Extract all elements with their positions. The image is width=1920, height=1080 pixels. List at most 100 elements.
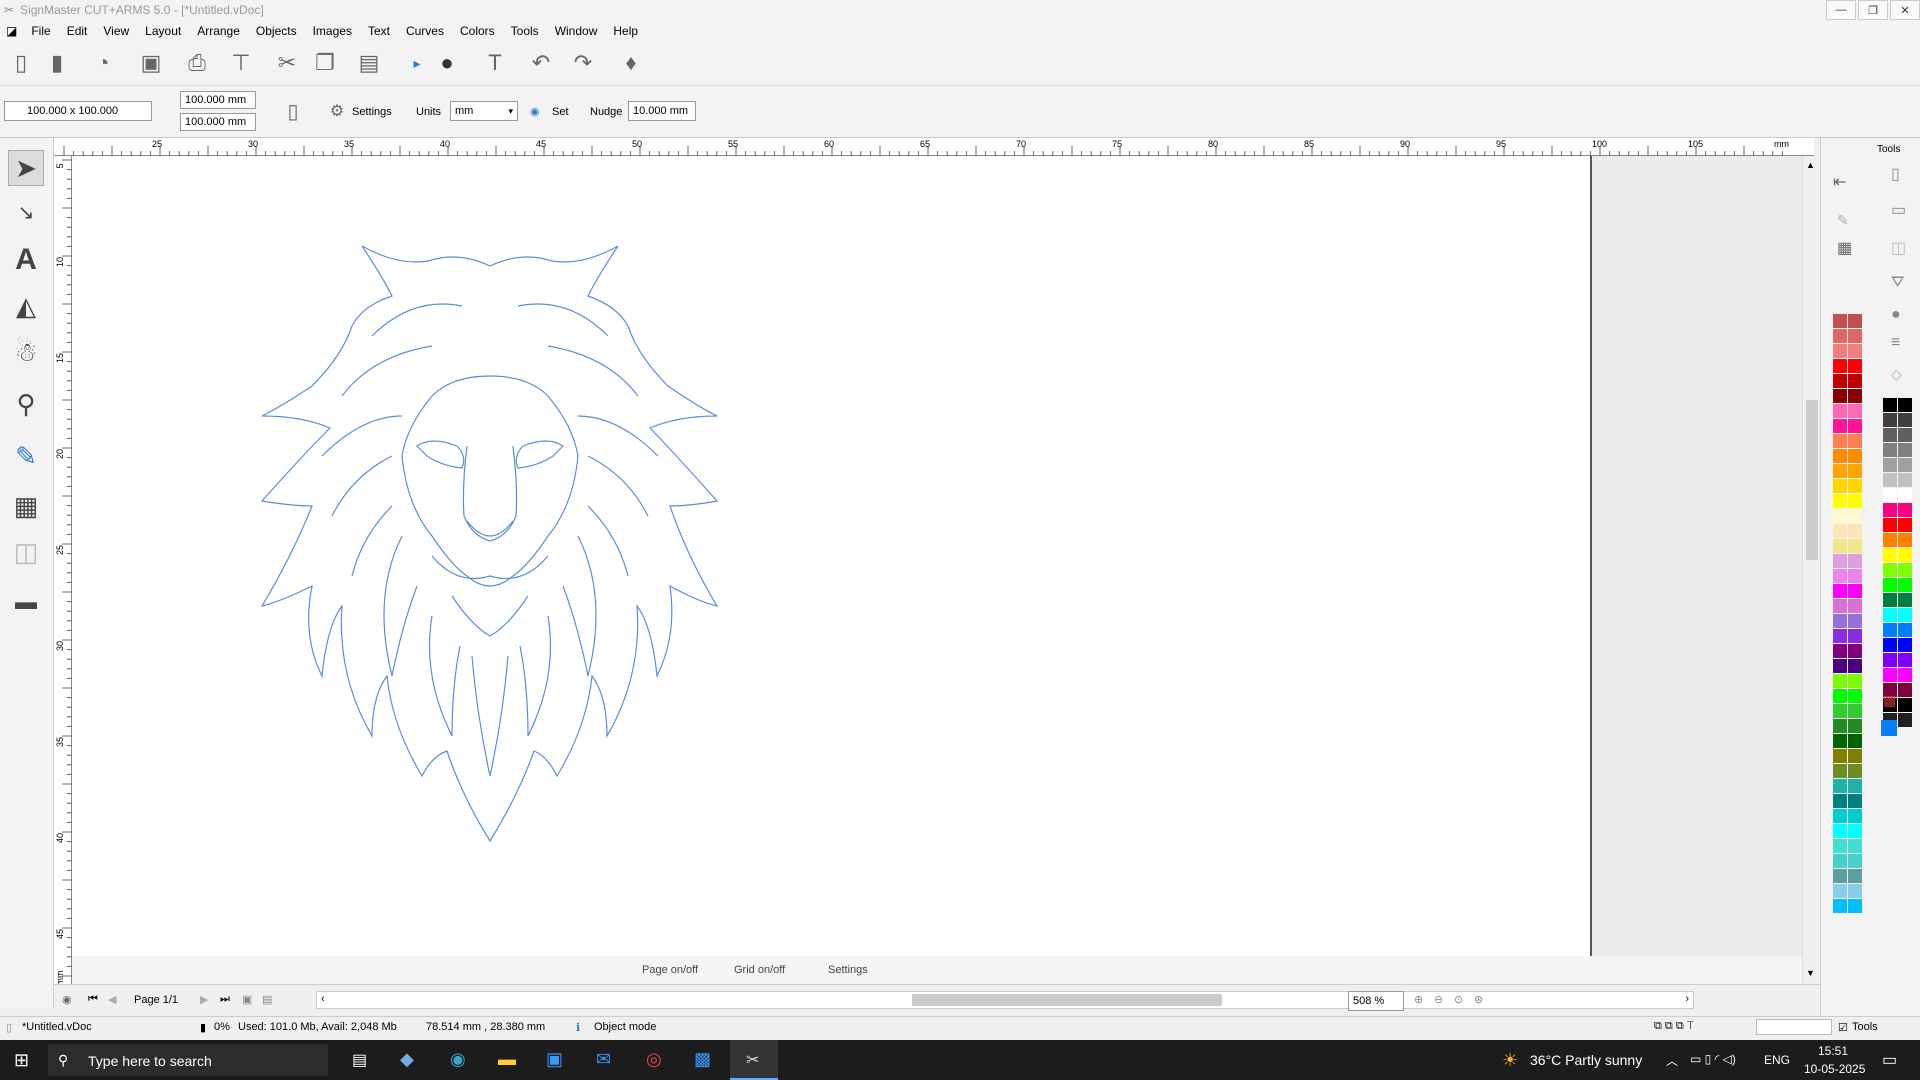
- palette-swatch[interactable]: [1848, 869, 1862, 883]
- palette-swatch[interactable]: [1848, 404, 1862, 418]
- menu-layout[interactable]: Layout: [137, 24, 189, 38]
- palette-swatch[interactable]: [1848, 539, 1862, 553]
- palette-swatch[interactable]: [1833, 569, 1847, 583]
- units-select[interactable]: mm ▾: [450, 101, 518, 121]
- palette-swatch[interactable]: [1883, 458, 1897, 472]
- grid-tool-icon[interactable]: ▦: [1837, 238, 1852, 258]
- side-tool-2-icon[interactable]: ▭: [1891, 200, 1906, 220]
- palette-swatch[interactable]: [1833, 809, 1847, 823]
- palette-swatch[interactable]: [1848, 599, 1862, 613]
- palette-swatch[interactable]: [1883, 608, 1897, 622]
- palette-swatch[interactable]: [1883, 533, 1897, 547]
- palette-swatch[interactable]: [1898, 443, 1912, 457]
- palette-swatch[interactable]: [1883, 473, 1897, 487]
- maximize-button[interactable]: ❐: [1858, 0, 1888, 20]
- page-orientation-icon[interactable]: ▯: [278, 96, 308, 126]
- select-arrow-icon[interactable]: ➤: [8, 150, 44, 186]
- cut-icon[interactable]: ✂: [272, 48, 302, 78]
- menu-text[interactable]: Text: [360, 24, 398, 38]
- cutter-icon[interactable]: ⊤: [226, 48, 256, 78]
- palette-swatch[interactable]: [1833, 614, 1847, 628]
- weld-icon[interactable]: ◫: [8, 534, 44, 570]
- notification-icon[interactable]: ▭: [1882, 1050, 1897, 1070]
- palette-swatch[interactable]: [1898, 413, 1912, 427]
- zoom-out-icon[interactable]: ⊖: [1434, 993, 1443, 1006]
- palette-swatch[interactable]: [1898, 608, 1912, 622]
- scroll-up-icon[interactable]: ▲: [1806, 160, 1815, 170]
- palette-swatch[interactable]: [1833, 344, 1847, 358]
- store-icon[interactable]: ▣: [546, 1049, 563, 1070]
- palette-swatch[interactable]: [1848, 329, 1862, 343]
- undo-icon[interactable]: ↶: [526, 48, 556, 78]
- zoom-magnifier-icon[interactable]: ⚲: [8, 386, 44, 422]
- palette-swatch[interactable]: [1833, 884, 1847, 898]
- open-document-icon[interactable]: ▮: [42, 48, 72, 78]
- palette-swatch[interactable]: [1898, 683, 1912, 697]
- edge-icon[interactable]: ◉: [450, 1049, 466, 1070]
- palette-swatch[interactable]: [1848, 794, 1862, 808]
- palette-swatch[interactable]: [1833, 764, 1847, 778]
- palette-swatch[interactable]: [1833, 689, 1847, 703]
- palette-swatch[interactable]: [1848, 659, 1862, 673]
- fill-bucket-icon[interactable]: ⛛: [1891, 274, 1904, 292]
- scroll-thumb[interactable]: [1806, 400, 1818, 560]
- palette-swatch[interactable]: [1833, 839, 1847, 853]
- drawing-canvas[interactable]: [72, 156, 1592, 956]
- palette-swatch[interactable]: [1848, 839, 1862, 853]
- menu-edit[interactable]: Edit: [59, 24, 96, 38]
- palette-swatch[interactable]: [1848, 419, 1862, 433]
- eraser-tool-icon[interactable]: ◇: [1891, 366, 1902, 383]
- palette-swatch[interactable]: [1898, 578, 1912, 592]
- tray-icons[interactable]: ▭ ▯ ◜ ◁): [1690, 1052, 1736, 1066]
- tray-chevron-icon[interactable]: ︿: [1666, 1052, 1678, 1069]
- palette-swatch[interactable]: [1833, 464, 1847, 478]
- language-indicator[interactable]: ENG: [1764, 1053, 1790, 1067]
- palette-swatch[interactable]: [1833, 524, 1847, 538]
- palette-swatch[interactable]: [1848, 524, 1862, 538]
- palette-swatch[interactable]: [1898, 398, 1912, 412]
- palette-swatch[interactable]: [1848, 704, 1862, 718]
- palette-swatch[interactable]: [1833, 509, 1847, 523]
- palette-swatch[interactable]: [1898, 593, 1912, 607]
- palette-swatch[interactable]: [1833, 539, 1847, 553]
- palette-swatch[interactable]: [1848, 719, 1862, 733]
- zoom-fit-icon[interactable]: ⊙: [1454, 993, 1463, 1006]
- palette-swatch[interactable]: [1848, 479, 1862, 493]
- palette-swatch[interactable]: [1848, 554, 1862, 568]
- paste-icon[interactable]: ▤: [354, 48, 384, 78]
- clock-time[interactable]: 15:51: [1818, 1044, 1848, 1058]
- task-view-icon[interactable]: ▤: [352, 1050, 367, 1070]
- palette-swatch[interactable]: [1898, 533, 1912, 547]
- palette-swatch[interactable]: [1848, 764, 1862, 778]
- palette-swatch[interactable]: [1833, 749, 1847, 763]
- palette-swatch[interactable]: [1833, 629, 1847, 643]
- palette-swatch[interactable]: [1833, 779, 1847, 793]
- palette-swatch[interactable]: [1833, 359, 1847, 373]
- palette-swatch[interactable]: [1833, 449, 1847, 463]
- palette-swatch[interactable]: [1833, 389, 1847, 403]
- first-page-icon[interactable]: ⏮: [88, 993, 98, 1006]
- palette-swatch[interactable]: [1883, 518, 1897, 532]
- palette-swatch[interactable]: [1848, 854, 1862, 868]
- palette-swatch[interactable]: [1848, 614, 1862, 628]
- palette-swatch[interactable]: [1833, 674, 1847, 688]
- palette-swatch[interactable]: [1848, 434, 1862, 448]
- palette-swatch[interactable]: [1848, 389, 1862, 403]
- palette-swatch[interactable]: [1833, 419, 1847, 433]
- vertical-scrollbar[interactable]: ▲ ▼: [1802, 156, 1820, 984]
- scroll-right-icon[interactable]: ›: [1685, 993, 1689, 1005]
- bell-icon[interactable]: ♦: [616, 48, 646, 78]
- lion-head-drawing[interactable]: [72, 156, 1592, 956]
- copilot-icon[interactable]: ◆: [400, 1049, 414, 1070]
- palette-swatch[interactable]: [1833, 899, 1847, 913]
- menu-window[interactable]: Window: [547, 24, 606, 38]
- palette-swatch[interactable]: [1898, 713, 1912, 727]
- color-settings-icon[interactable]: ▩: [1883, 692, 1896, 709]
- palette-swatch[interactable]: [1898, 563, 1912, 577]
- palette-swatch[interactable]: [1833, 854, 1847, 868]
- h-scroll-thumb[interactable]: [912, 994, 1222, 1006]
- palette-swatch[interactable]: [1848, 749, 1862, 763]
- menu-file[interactable]: File: [23, 24, 58, 38]
- palette-swatch[interactable]: [1848, 359, 1862, 373]
- palette-swatch[interactable]: [1848, 344, 1862, 358]
